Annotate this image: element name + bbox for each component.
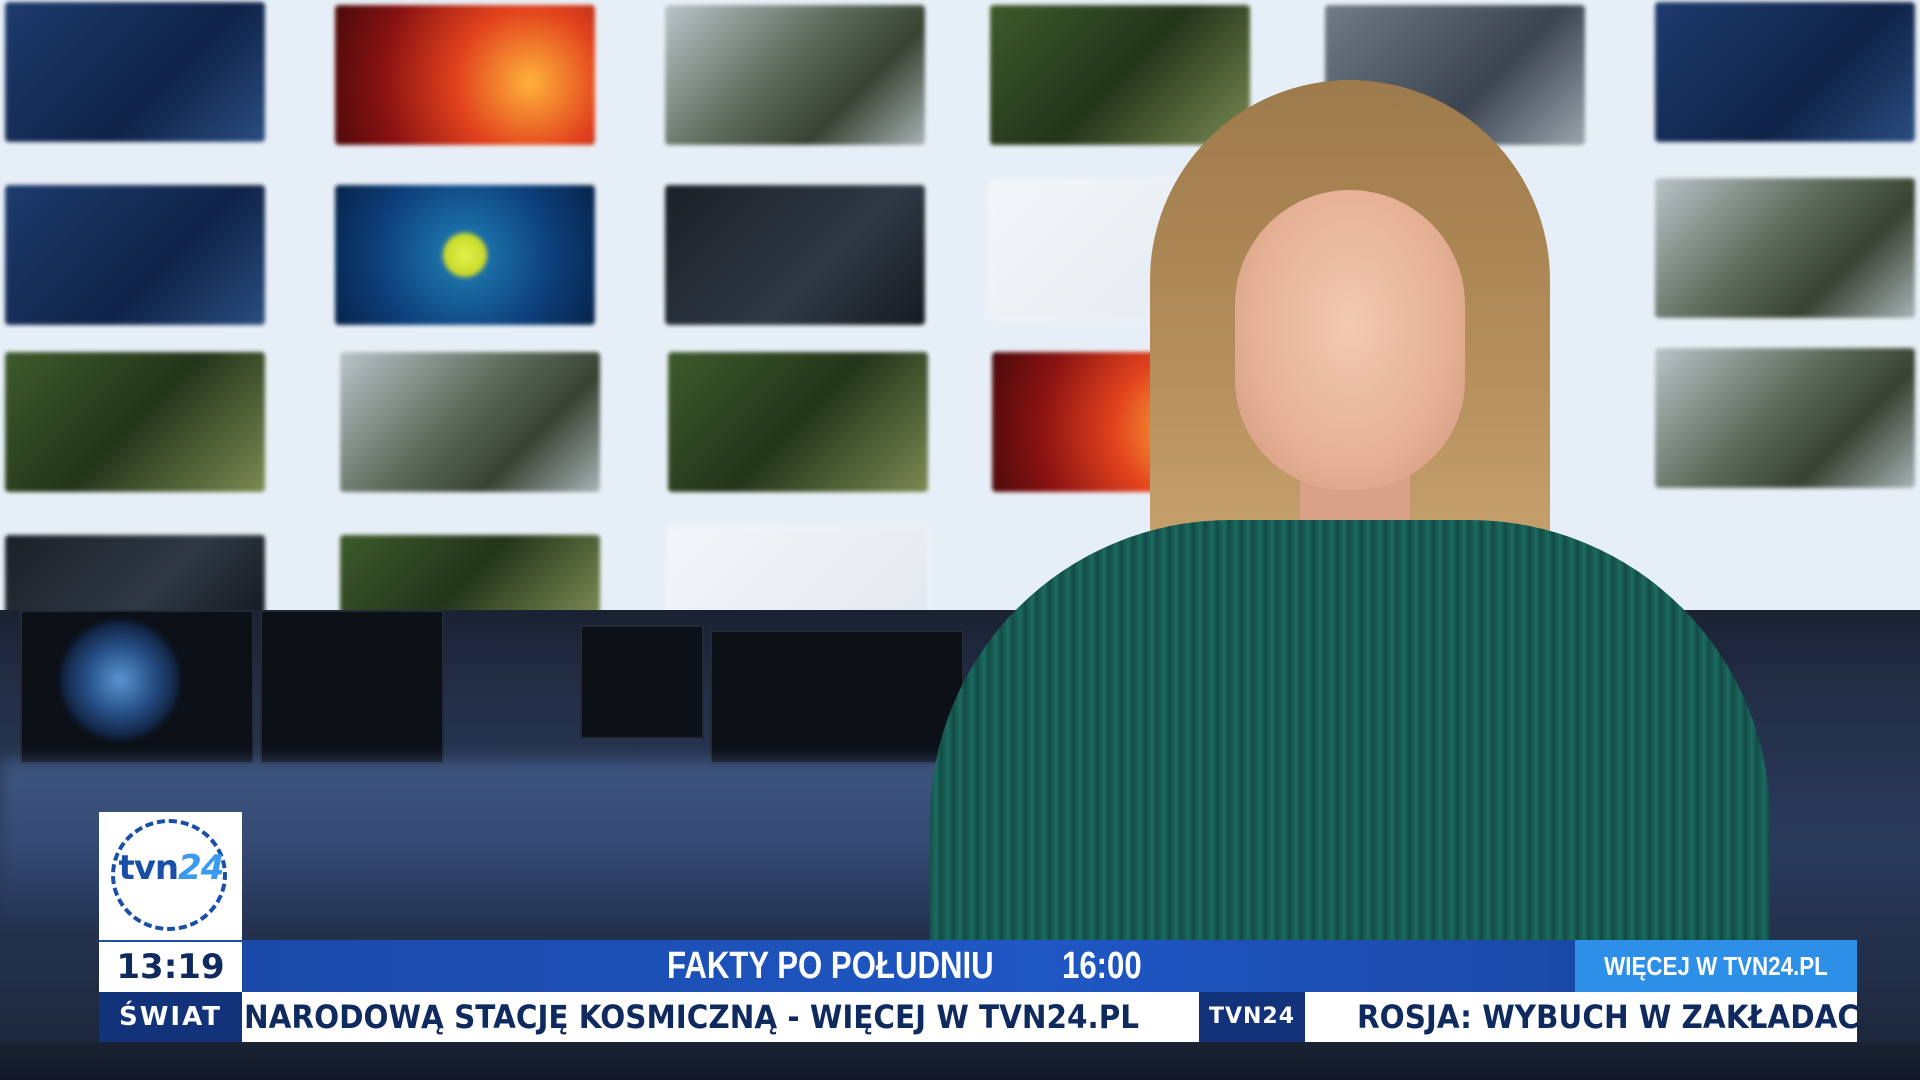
logo-word: tvn bbox=[118, 848, 180, 888]
wall-screen bbox=[335, 185, 595, 325]
section-label: ŚWIAT bbox=[119, 1002, 222, 1032]
ticker-headline: ROSJA: WYBUCH W ZAKŁADAC bbox=[1357, 998, 1857, 1036]
wall-screen bbox=[668, 528, 928, 616]
studio-monitor bbox=[260, 610, 444, 764]
studio-monitor bbox=[580, 625, 704, 739]
news-ticker: NARODOWĄ STACJĘ KOSMICZNĄ - WIĘCEJ W TVN… bbox=[242, 992, 1857, 1042]
wall-screen bbox=[5, 352, 265, 492]
promo-program: FAKTY PO POŁUDNIU bbox=[667, 945, 994, 987]
wall-screen bbox=[335, 5, 595, 145]
promo-bar: FAKTY PO POŁUDNIU 16:00 bbox=[242, 940, 1575, 992]
news-presenter bbox=[930, 80, 1770, 1080]
clock: 13:19 bbox=[116, 947, 225, 987]
logo-number: 24 bbox=[178, 848, 224, 888]
ticker-badge: TVN24 bbox=[1199, 992, 1305, 1042]
ticker-badge-label: TVN24 bbox=[1208, 1004, 1296, 1029]
promo-time: 16:00 bbox=[1062, 945, 1142, 987]
wall-screen bbox=[668, 352, 928, 492]
studio-logo-screen bbox=[60, 620, 180, 740]
logo-wordmark: tvn24 bbox=[113, 848, 229, 888]
studio-monitor bbox=[710, 630, 964, 764]
section-label-box: ŚWIAT bbox=[99, 992, 242, 1042]
wall-screen bbox=[5, 185, 265, 325]
channel-logo: tvn24 bbox=[99, 812, 242, 940]
clock-box: 13:19 bbox=[99, 940, 242, 992]
more-info-box: WIĘCEJ W TVN24.PL bbox=[1575, 940, 1857, 992]
wall-screen bbox=[665, 185, 925, 325]
wall-screen bbox=[5, 2, 265, 142]
wall-screen bbox=[340, 535, 600, 615]
video-frame: tvn24 13:19 FAKTY PO POŁUDNIU 16:00 WIĘC… bbox=[0, 0, 1920, 1080]
wall-screen bbox=[5, 535, 265, 615]
wall-screen bbox=[340, 352, 600, 492]
more-info-text: WIĘCEJ W TVN24.PL bbox=[1604, 951, 1828, 981]
presenter-face bbox=[1235, 190, 1465, 490]
ticker-headline: NARODOWĄ STACJĘ KOSMICZNĄ - WIĘCEJ W TVN… bbox=[244, 998, 1140, 1036]
bottom-strip bbox=[0, 1042, 1920, 1080]
wall-screen bbox=[665, 5, 925, 145]
